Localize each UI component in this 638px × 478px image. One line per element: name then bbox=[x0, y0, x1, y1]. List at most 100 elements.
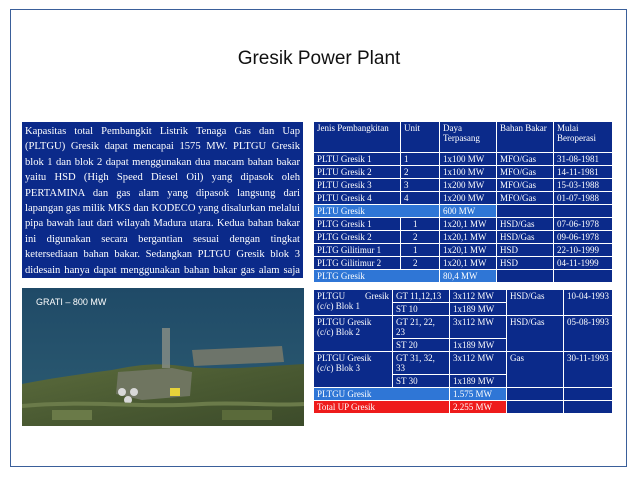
table-row: PLTG Gilitimur 1 1 1x20,1 MW HSD 22-10-1… bbox=[313, 243, 613, 257]
cell: 14-11-1981 bbox=[553, 165, 613, 179]
cell: 1x20,1 MW bbox=[439, 243, 497, 257]
cell: 1x20,1 MW bbox=[439, 217, 497, 231]
pltg-total-row: PLTG Gresik 80,4 MW bbox=[313, 269, 613, 283]
cell: ST 10 bbox=[392, 302, 450, 316]
cell: PLTU Gresik 1 bbox=[313, 152, 401, 166]
table-row: PLTU Gresik 1 1 1x100 MW MFO/Gas 31-08-1… bbox=[313, 152, 613, 166]
description-paragraph: Kapasitas total Pembangkit Listrik Tenag… bbox=[22, 122, 303, 306]
header-unit: Unit bbox=[400, 121, 440, 153]
cell: 3 bbox=[400, 178, 440, 192]
cell: PLTU Gresik bbox=[313, 204, 440, 218]
cell: HSD/Gas bbox=[506, 289, 564, 316]
table-row: PLTGU Gresik (c/c) Blok 3 GT 31, 32, 33 … bbox=[313, 351, 613, 388]
cell: PLTGU Gresik (c/c) Blok 2 bbox=[313, 315, 393, 352]
table-row: PLTU Gresik 3 3 1x200 MW MFO/Gas 15-03-1… bbox=[313, 178, 613, 192]
cell: 600 MW bbox=[439, 204, 497, 218]
total-up-row: Total UP Gresik 2.255 MW bbox=[313, 400, 613, 414]
cell: HSD/Gas bbox=[496, 217, 554, 231]
cell: 1x20,1 MW bbox=[439, 230, 497, 244]
cell bbox=[563, 387, 613, 401]
table-row: PLTG Gresik 1 1 1x20,1 MW HSD/Gas 07-06-… bbox=[313, 217, 613, 231]
table-row: PLTG Gresik 2 2 1x20,1 MW HSD/Gas 09-06-… bbox=[313, 230, 613, 244]
pltu-total-row: PLTU Gresik 600 MW bbox=[313, 204, 613, 218]
header-mulai: Mulai Beroperasi bbox=[553, 121, 613, 153]
table-row: PLTU Gresik 4 4 1x200 MW MFO/Gas 01-07-1… bbox=[313, 191, 613, 205]
table-row: PLTGU Gresik (c/c) Blok 1 GT 11,12,13 3x… bbox=[313, 289, 613, 316]
cell: 15-03-1988 bbox=[553, 178, 613, 192]
cell: 07-06-1978 bbox=[553, 217, 613, 231]
cell: 1x100 MW bbox=[439, 165, 497, 179]
cell: HSD/Gas bbox=[506, 315, 564, 352]
cell: PLTU Gresik 2 bbox=[313, 165, 401, 179]
header-jenis: Jenis Pembangkitan bbox=[313, 121, 401, 153]
cell: 3x112 MW bbox=[449, 289, 507, 303]
location-marker bbox=[170, 388, 180, 396]
cell: ST 30 bbox=[392, 374, 450, 388]
cell bbox=[563, 400, 613, 414]
pltgu-table: PLTGU Gresik (c/c) Blok 1 GT 11,12,13 3x… bbox=[313, 289, 613, 414]
cell bbox=[553, 204, 613, 218]
cell: 1x189 MW bbox=[449, 302, 507, 316]
table-row: PLTG Gilitimur 2 2 1x20,1 MW HSD 04-11-1… bbox=[313, 256, 613, 270]
header-bahan-bakar: Bahan Bakar bbox=[496, 121, 554, 153]
cell: 09-06-1978 bbox=[553, 230, 613, 244]
cell: MFO/Gas bbox=[496, 178, 554, 192]
cell: GT 21, 22, 23 bbox=[392, 315, 450, 339]
cell: 1.575 MW bbox=[449, 387, 507, 401]
cell: 1x189 MW bbox=[449, 338, 507, 352]
cell: ST 20 bbox=[392, 338, 450, 352]
cell: PLTU Gresik 4 bbox=[313, 191, 401, 205]
cell: 22-10-1999 bbox=[553, 243, 613, 257]
cell: PLTG Gilitimur 1 bbox=[313, 243, 401, 257]
header-daya: Daya Terpasang bbox=[439, 121, 497, 153]
cell: 2 bbox=[400, 165, 440, 179]
cell: HSD/Gas bbox=[496, 230, 554, 244]
cell: 3x112 MW bbox=[449, 315, 507, 339]
cell: 05-08-1993 bbox=[563, 315, 613, 352]
cell bbox=[553, 269, 613, 283]
cell: MFO/Gas bbox=[496, 191, 554, 205]
cell bbox=[496, 269, 554, 283]
cell: PLTG Gresik 2 bbox=[313, 230, 401, 244]
table-row: PLTGU Gresik (c/c) Blok 2 GT 21, 22, 23 … bbox=[313, 315, 613, 352]
cell: 1 bbox=[400, 217, 440, 231]
cell: PLTG Gilitimur 2 bbox=[313, 256, 401, 270]
cell: 1 bbox=[400, 152, 440, 166]
cell: HSD bbox=[496, 256, 554, 270]
cell: GT 11,12,13 bbox=[392, 289, 450, 303]
cell: 1x200 MW bbox=[439, 191, 497, 205]
cell: PLTGU Gresik bbox=[313, 387, 450, 401]
cell: 1 bbox=[400, 243, 440, 257]
table-row: PLTU Gresik 2 2 1x100 MW MFO/Gas 14-11-1… bbox=[313, 165, 613, 179]
cell: PLTGU Gresik (c/c) Blok 1 bbox=[313, 289, 393, 316]
cell: PLTG Gresik bbox=[313, 269, 440, 283]
cell: MFO/Gas bbox=[496, 165, 554, 179]
cell: 10-04-1993 bbox=[563, 289, 613, 316]
cell: 4 bbox=[400, 191, 440, 205]
cell: 01-07-1988 bbox=[553, 191, 613, 205]
cell bbox=[506, 387, 564, 401]
cell: PLTG Gresik 1 bbox=[313, 217, 401, 231]
cell: 2.255 MW bbox=[449, 400, 507, 414]
cell: GT 31, 32, 33 bbox=[392, 351, 450, 375]
cell: 31-08-1981 bbox=[553, 152, 613, 166]
cell: Total UP Gresik bbox=[313, 400, 450, 414]
cell: 2 bbox=[400, 256, 440, 270]
satellite-photo bbox=[22, 288, 304, 426]
cell bbox=[506, 400, 564, 414]
cell bbox=[496, 204, 554, 218]
cell: 1x20,1 MW bbox=[439, 256, 497, 270]
cell: 2 bbox=[400, 230, 440, 244]
cell: PLTU Gresik 3 bbox=[313, 178, 401, 192]
cell: 80,4 MW bbox=[439, 269, 497, 283]
cell: 30-11-1993 bbox=[563, 351, 613, 388]
page-title: Gresik Power Plant bbox=[237, 48, 401, 69]
cell: 04-11-1999 bbox=[553, 256, 613, 270]
cell: 3x112 MW bbox=[449, 351, 507, 375]
cell: 1x200 MW bbox=[439, 178, 497, 192]
pltgu-total-row: PLTGU Gresik 1.575 MW bbox=[313, 387, 613, 401]
cell: Gas bbox=[506, 351, 564, 388]
cell: 1x189 MW bbox=[449, 374, 507, 388]
satellite-label: GRATI – 800 MW bbox=[36, 297, 107, 307]
cell: MFO/Gas bbox=[496, 152, 554, 166]
